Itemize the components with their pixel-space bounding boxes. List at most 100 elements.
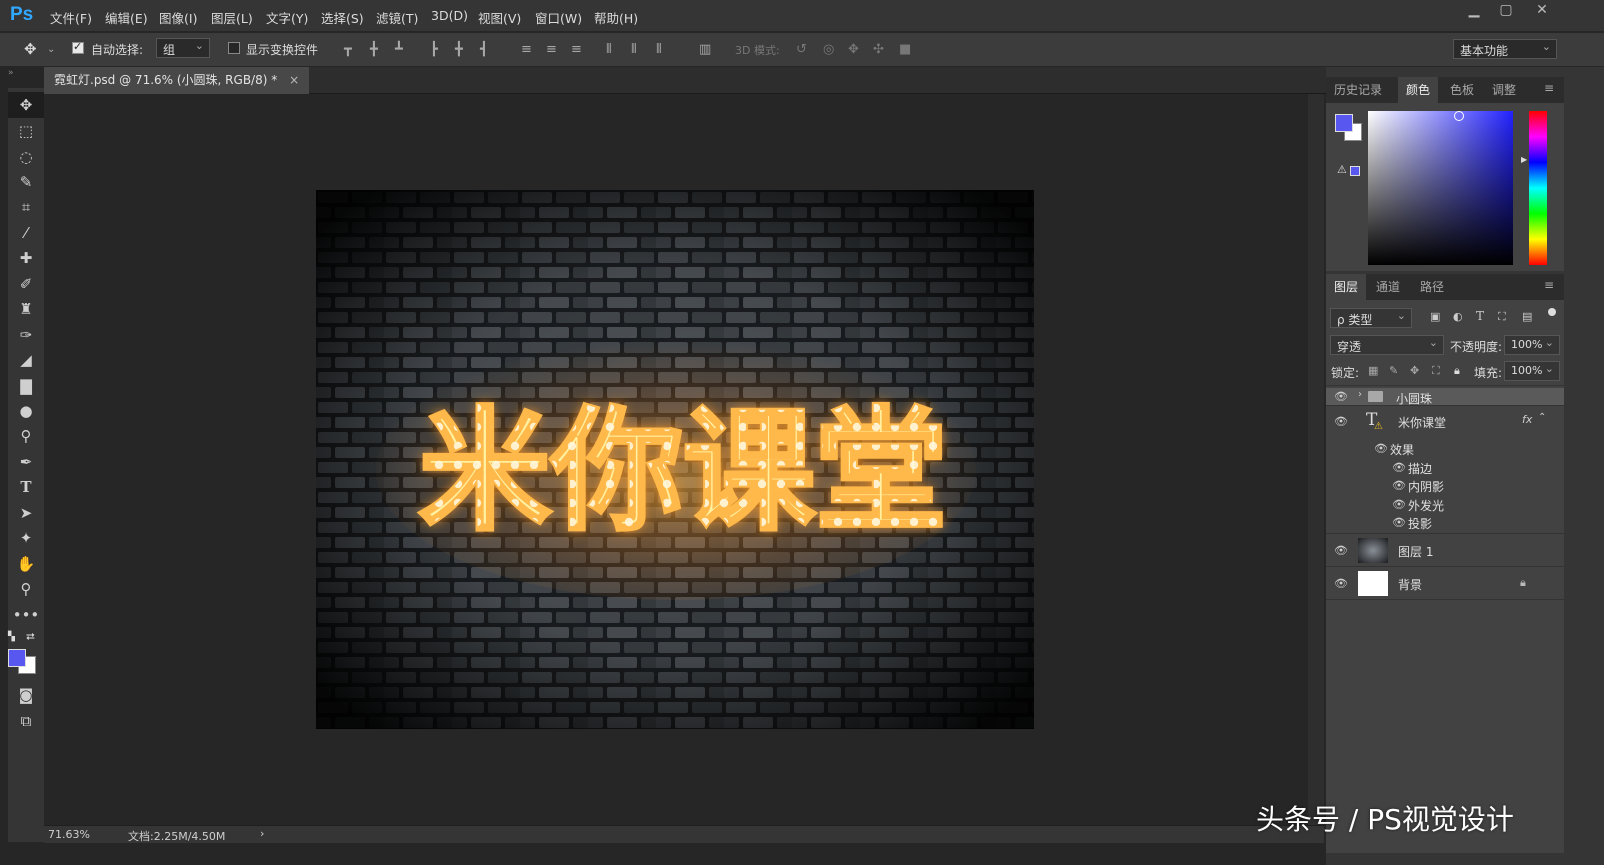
path-select-tool-icon[interactable]: ➤ <box>8 500 44 526</box>
eyedropper-tool-icon[interactable]: ⁄ <box>8 220 44 246</box>
menu-file[interactable]: 文件(F) <box>50 8 92 27</box>
zoom-tool-icon[interactable]: ⚲ <box>8 576 44 602</box>
filter-pixel-icon[interactable]: ▣ <box>1430 310 1440 323</box>
align-top-icon[interactable]: ┳ <box>344 42 352 57</box>
lock-image-icon[interactable]: ✎ <box>1389 364 1398 377</box>
eye-icon[interactable]: 👁︎ <box>1334 415 1348 428</box>
lock-transparent-icon[interactable]: ▦ <box>1368 364 1378 377</box>
distribute-top-icon[interactable]: ≡ <box>521 42 532 57</box>
screen-mode-icon[interactable]: ⧉ <box>8 708 44 734</box>
auto-select-dropdown[interactable]: 组 <box>156 38 210 58</box>
healing-brush-tool-icon[interactable]: ✚ <box>8 245 44 271</box>
align-bottom-icon[interactable]: ┻ <box>395 42 403 57</box>
3d-scale-icon[interactable]: ■ <box>899 42 911 57</box>
canvas[interactable]: 米你课堂 米你课堂 米你课堂 <box>316 190 1034 729</box>
zoom-level[interactable]: 71.63% <box>48 828 90 841</box>
align-vcenter-icon[interactable]: ╋ <box>370 42 378 57</box>
blend-mode-dropdown[interactable]: 穿透 <box>1330 335 1444 355</box>
effect-drop-shadow[interactable]: 投影 <box>1408 515 1432 532</box>
lasso-tool-icon[interactable]: ◌ <box>8 144 44 170</box>
vertical-scrollbar[interactable] <box>1308 94 1324 828</box>
color-field[interactable] <box>1368 111 1513 265</box>
show-transform-checkbox[interactable] <box>228 42 240 54</box>
opacity-field[interactable]: 100% <box>1504 335 1560 355</box>
status-menu-arrow[interactable]: › <box>260 827 264 840</box>
close-tab-icon[interactable]: × <box>289 73 299 87</box>
history-brush-tool-icon[interactable]: ✑ <box>8 322 44 348</box>
swap-colors-icon[interactable]: ⮂ <box>26 630 35 644</box>
distribute-left-icon[interactable]: ⦀ <box>606 42 612 57</box>
minimize-button[interactable]: ▁ <box>1458 2 1490 24</box>
type-tool-icon[interactable]: T <box>8 474 44 500</box>
tab-color[interactable]: 颜色 <box>1398 77 1439 103</box>
gradient-tool-icon[interactable]: ▇ <box>8 373 44 399</box>
eye-icon[interactable]: 👁︎ <box>1334 390 1348 403</box>
chevron-right-icon[interactable]: › <box>1358 389 1362 400</box>
tab-layers[interactable]: 图层 <box>1326 274 1367 300</box>
filter-shape-icon[interactable]: ⛶ <box>1498 310 1506 324</box>
distribute-right-icon[interactable]: ⦀ <box>656 42 662 57</box>
tab-swatches[interactable]: 色板 <box>1442 77 1482 103</box>
menu-image[interactable]: 图像(I) <box>159 8 197 27</box>
effect-stroke[interactable]: 描边 <box>1408 460 1432 477</box>
hand-tool-icon[interactable]: ✋ <box>8 551 44 577</box>
quick-select-tool-icon[interactable]: ✎ <box>8 169 44 195</box>
document-tab[interactable]: 霓虹灯.psd @ 71.6% (小圆珠, RGB/8) * × <box>44 67 310 94</box>
move-tool-icon[interactable]: ✥ <box>24 40 37 58</box>
move-tool-icon[interactable]: ✥ <box>8 92 44 118</box>
eye-icon[interactable]: 👁︎ <box>1392 498 1406 511</box>
distribute-hcenter-icon[interactable]: ⦀ <box>631 42 637 57</box>
blur-tool-icon[interactable]: ● <box>8 398 44 424</box>
3d-rotate-icon[interactable]: ↺ <box>796 42 807 57</box>
eye-icon[interactable]: 👁︎ <box>1334 577 1348 590</box>
clone-stamp-tool-icon[interactable]: ♜ <box>8 296 44 322</box>
align-left-icon[interactable]: ┣ <box>430 42 438 57</box>
menu-window[interactable]: 窗口(W) <box>535 8 582 27</box>
eye-icon[interactable]: 👁︎ <box>1374 442 1388 455</box>
layer-row-text[interactable]: 👁︎ T ⚠ 米你课堂 fx ⌃ 👁︎ 效果 👁︎ 描边 👁︎ 内阴影 👁︎ 外… <box>1326 407 1564 534</box>
marquee-tool-icon[interactable]: ⬚ <box>8 118 44 144</box>
distribute-bottom-icon[interactable]: ≡ <box>571 42 582 57</box>
filter-type-icon[interactable]: T <box>1476 309 1484 323</box>
hue-slider-handle[interactable]: ▶ <box>1521 155 1527 164</box>
pen-tool-icon[interactable]: ✒ <box>8 449 44 475</box>
menu-3d[interactable]: 3D(D) <box>431 8 468 23</box>
layer-row-image[interactable]: 👁︎ 图层 1 <box>1326 535 1564 567</box>
layer-row-group[interactable]: 👁︎ › 小圆珠 <box>1326 388 1564 406</box>
filter-smart-object-icon[interactable]: ▤ <box>1522 310 1532 323</box>
effect-outer-glow[interactable]: 外发光 <box>1408 497 1444 514</box>
eye-icon[interactable]: 👁︎ <box>1334 544 1348 557</box>
tab-history[interactable]: 历史记录 <box>1326 77 1390 103</box>
shape-tool-icon[interactable]: ✦ <box>8 525 44 551</box>
distribute-vcenter-icon[interactable]: ≡ <box>546 42 557 57</box>
align-right-icon[interactable]: ┫ <box>480 42 488 57</box>
brush-tool-icon[interactable]: ✐ <box>8 271 44 297</box>
fx-icon[interactable]: fx <box>1522 413 1532 426</box>
effect-inner-shadow[interactable]: 内阴影 <box>1408 478 1444 495</box>
restore-button[interactable]: ▢ <box>1490 2 1522 24</box>
menu-select[interactable]: 选择(S) <box>321 8 364 27</box>
3d-slide-icon[interactable]: ✣ <box>873 42 884 57</box>
layer-filter-dropdown[interactable]: ρ 类型 <box>1330 308 1412 328</box>
menu-edit[interactable]: 编辑(E) <box>105 8 148 27</box>
eye-icon[interactable]: 👁︎ <box>1392 479 1406 492</box>
chevron-down-icon[interactable]: ⌄ <box>47 44 55 55</box>
layer-row-background[interactable]: 👁︎ 背景 🔒︎ <box>1326 568 1564 600</box>
dodge-tool-icon[interactable]: ⚲ <box>8 423 44 449</box>
gamut-warning-icon[interactable]: ⚠ <box>1337 163 1347 176</box>
auto-select-checkbox[interactable] <box>72 40 84 54</box>
menu-help[interactable]: 帮助(H) <box>594 8 638 27</box>
workspace-dropdown[interactable]: 基本功能 <box>1453 39 1557 59</box>
lock-artboard-icon[interactable]: ⛶ <box>1432 364 1440 378</box>
collapse-effects-icon[interactable]: ⌃ <box>1538 412 1546 423</box>
fill-field[interactable]: 100% <box>1504 361 1560 381</box>
tab-adjustments[interactable]: 调整 <box>1484 77 1524 103</box>
filter-toggle-icon[interactable] <box>1548 308 1556 316</box>
eye-icon[interactable]: 👁︎ <box>1392 461 1406 474</box>
eraser-tool-icon[interactable]: ◢ <box>8 347 44 373</box>
filter-adjustment-icon[interactable]: ◐ <box>1453 310 1463 323</box>
toolbox-collapse-icon[interactable]: » <box>8 68 14 78</box>
color-picker-handle[interactable] <box>1454 111 1464 121</box>
menu-view[interactable]: 视图(V) <box>478 8 521 27</box>
layers-panel-menu-icon[interactable]: ≡ <box>1544 278 1554 292</box>
